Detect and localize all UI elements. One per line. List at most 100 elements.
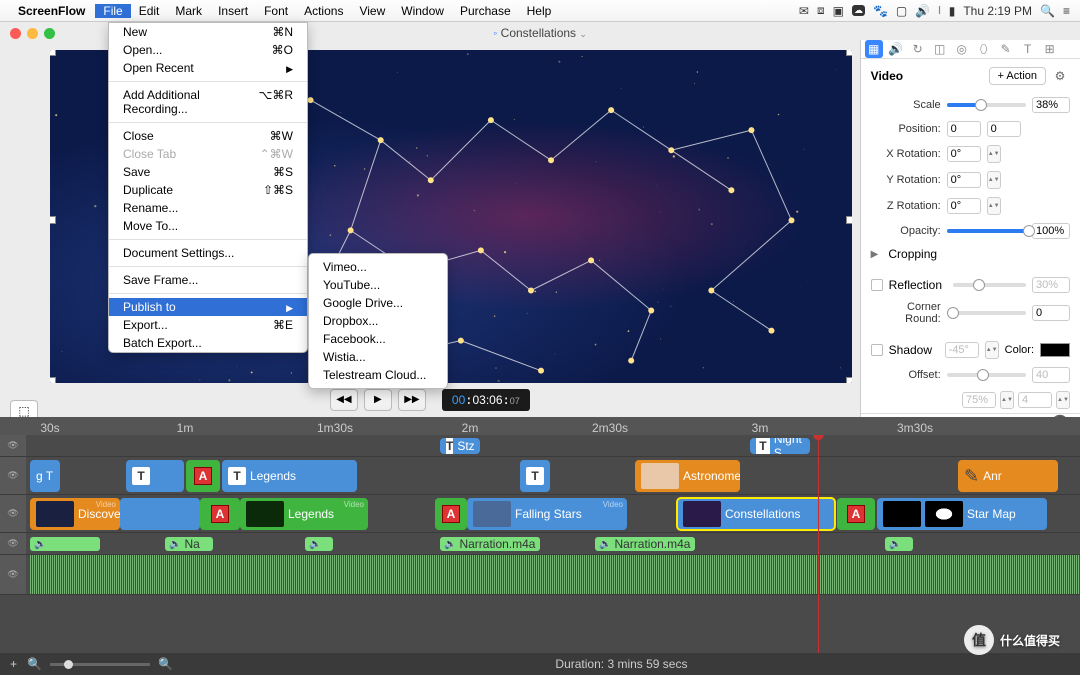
audio-clip[interactable]: 🔈 xyxy=(30,537,100,551)
clip[interactable]: TNight S xyxy=(750,438,810,454)
menu-item[interactable]: Close⌘W xyxy=(109,127,307,145)
resize-handle[interactable] xyxy=(846,377,852,383)
opacity-slider[interactable] xyxy=(947,229,1026,233)
track-head[interactable]: 👁 xyxy=(0,457,26,494)
shadow-angle[interactable]: -45° xyxy=(945,342,979,358)
clip[interactable]: Falling StarsVideo xyxy=(467,498,627,530)
menu-item[interactable]: Export...⌘E xyxy=(109,316,307,334)
shadow-color[interactable] xyxy=(1040,343,1070,357)
menu-insert[interactable]: Insert xyxy=(210,4,256,18)
menu-item[interactable]: Duplicate⇧⌘S xyxy=(109,181,307,199)
menu-file[interactable]: File xyxy=(95,4,130,18)
corner-slider[interactable] xyxy=(947,311,1026,315)
menu-item[interactable]: New⌘N xyxy=(109,23,307,41)
waveform[interactable] xyxy=(30,555,1080,594)
submenu-item[interactable]: YouTube... xyxy=(309,276,447,294)
menu-item[interactable]: Document Settings... xyxy=(109,244,307,262)
audio-clip[interactable]: 🔈 xyxy=(885,537,913,551)
paw-icon[interactable]: 🐾 xyxy=(873,4,888,18)
menu-edit[interactable]: Edit xyxy=(131,4,168,18)
clip[interactable]: LegendsVideo xyxy=(240,498,368,530)
forward-button[interactable]: ▶▶ xyxy=(398,389,426,411)
shadow-opacity-stepper[interactable]: ▲▼ xyxy=(1000,391,1014,409)
clip[interactable]: TStz xyxy=(440,438,480,454)
clip[interactable]: T xyxy=(126,460,184,492)
menu-item[interactable]: Open Recent xyxy=(109,59,307,77)
file-menu[interactable]: New⌘NOpen...⌘OOpen Recent Add Additional … xyxy=(108,22,308,353)
menu-mark[interactable]: Mark xyxy=(167,4,210,18)
track-head[interactable]: 👁 xyxy=(0,435,26,456)
scale-slider[interactable] xyxy=(947,103,1026,107)
menu-font[interactable]: Font xyxy=(256,4,296,18)
pencil-tab[interactable]: ✎ xyxy=(997,40,1015,58)
battery-icon[interactable]: ▮ xyxy=(949,4,956,18)
text-tab[interactable]: T xyxy=(1019,40,1037,58)
clip[interactable]: A xyxy=(837,498,875,530)
track-head[interactable]: 👁 xyxy=(0,533,26,554)
resize-handle[interactable] xyxy=(50,50,56,56)
track-2[interactable]: 👁g TTATLegendsTAstronomer✎Anr xyxy=(0,457,1080,495)
scale-value[interactable]: 38% xyxy=(1032,97,1070,113)
clip[interactable]: Astronomer xyxy=(635,460,740,492)
media-tab[interactable]: ⊞ xyxy=(1041,40,1059,58)
yrot-value[interactable]: 0° xyxy=(947,172,981,188)
gear-icon[interactable]: ⚙ xyxy=(1050,69,1070,83)
audio-clip[interactable]: 🔈Narration.m4a xyxy=(440,537,540,551)
track-3[interactable]: 👁DiscoverVideoALegendsVideoAFalling Star… xyxy=(0,495,1080,533)
track-4[interactable]: 👁 🔈 🔈Na 🔈 🔈Narration.m4a 🔈Narration.m4a 🔈 xyxy=(0,533,1080,555)
display-icon[interactable]: ▢ xyxy=(896,4,907,18)
zrot-value[interactable]: 0° xyxy=(947,198,981,214)
menu-view[interactable]: View xyxy=(351,4,393,18)
audio-clip[interactable]: 🔈Narration.m4a xyxy=(595,537,695,551)
track-head[interactable]: 👁 xyxy=(0,555,26,594)
mail-icon[interactable]: ✉ xyxy=(799,4,809,18)
rewind-button[interactable]: ◀◀ xyxy=(330,389,358,411)
video-tab[interactable]: ▦ xyxy=(865,40,883,58)
shadow-blur[interactable]: 4 xyxy=(1018,392,1052,408)
menu-window[interactable]: Window xyxy=(393,4,452,18)
zrot-stepper[interactable]: ▲▼ xyxy=(987,197,1001,215)
menu-item[interactable]: Save Frame... xyxy=(109,271,307,289)
position-y[interactable]: 0 xyxy=(987,121,1021,137)
clip[interactable]: A xyxy=(186,460,220,492)
menu-item[interactable]: Move To... xyxy=(109,217,307,235)
opacity-value[interactable]: 100% xyxy=(1032,223,1070,239)
submenu-item[interactable]: Dropbox... xyxy=(309,312,447,330)
xrot-stepper[interactable]: ▲▼ xyxy=(987,145,1001,163)
menu-purchase[interactable]: Purchase xyxy=(452,4,519,18)
timecode[interactable]: 00:03:06:07 xyxy=(442,389,530,411)
corner-value[interactable]: 0 xyxy=(1032,305,1070,321)
shadow-stepper[interactable]: ▲▼ xyxy=(985,341,999,359)
zoom-slider[interactable] xyxy=(50,663,150,666)
clip[interactable]: A xyxy=(435,498,467,530)
menu-item[interactable]: Save⌘S xyxy=(109,163,307,181)
wifi-icon[interactable]: ⧙ xyxy=(938,3,941,18)
screenrec-tab[interactable]: ↻ xyxy=(909,40,927,58)
clip[interactable]: DiscoverVideo xyxy=(30,498,120,530)
menu-item[interactable]: Open...⌘O xyxy=(109,41,307,59)
audio-tab[interactable]: 🔊 xyxy=(887,40,905,58)
submenu-item[interactable]: Vimeo... xyxy=(309,258,447,276)
menu-item[interactable]: Publish to xyxy=(109,298,307,316)
annotation-tab[interactable]: ⬯ xyxy=(975,40,993,58)
menu-help[interactable]: Help xyxy=(519,4,560,18)
menu-item[interactable]: Batch Export... xyxy=(109,334,307,352)
resize-handle[interactable] xyxy=(846,50,852,56)
clip[interactable]: ✎Anr xyxy=(958,460,1058,492)
reflection-slider[interactable] xyxy=(953,283,1026,287)
dice-icon[interactable]: ▣ xyxy=(833,4,844,18)
menu-item[interactable]: Add Additional Recording...⌥⌘R xyxy=(109,86,307,118)
audio-clip[interactable]: 🔈Na xyxy=(165,537,213,551)
app-name[interactable]: ScreenFlow xyxy=(18,4,85,18)
track-5[interactable]: 👁 xyxy=(0,555,1080,595)
audio-clip[interactable]: 🔈 xyxy=(305,537,333,551)
minimize-button[interactable] xyxy=(27,28,38,39)
menu-actions[interactable]: Actions xyxy=(296,4,351,18)
shadow-opacity[interactable]: 75% xyxy=(962,392,996,408)
submenu-item[interactable]: Facebook... xyxy=(309,330,447,348)
add-track-button[interactable]: + xyxy=(10,657,17,671)
clip[interactable]: A xyxy=(200,498,240,530)
track-1[interactable]: 👁 TStz TNight S xyxy=(0,435,1080,457)
clip[interactable] xyxy=(120,498,200,530)
volume-icon[interactable]: 🔊 xyxy=(915,4,930,18)
